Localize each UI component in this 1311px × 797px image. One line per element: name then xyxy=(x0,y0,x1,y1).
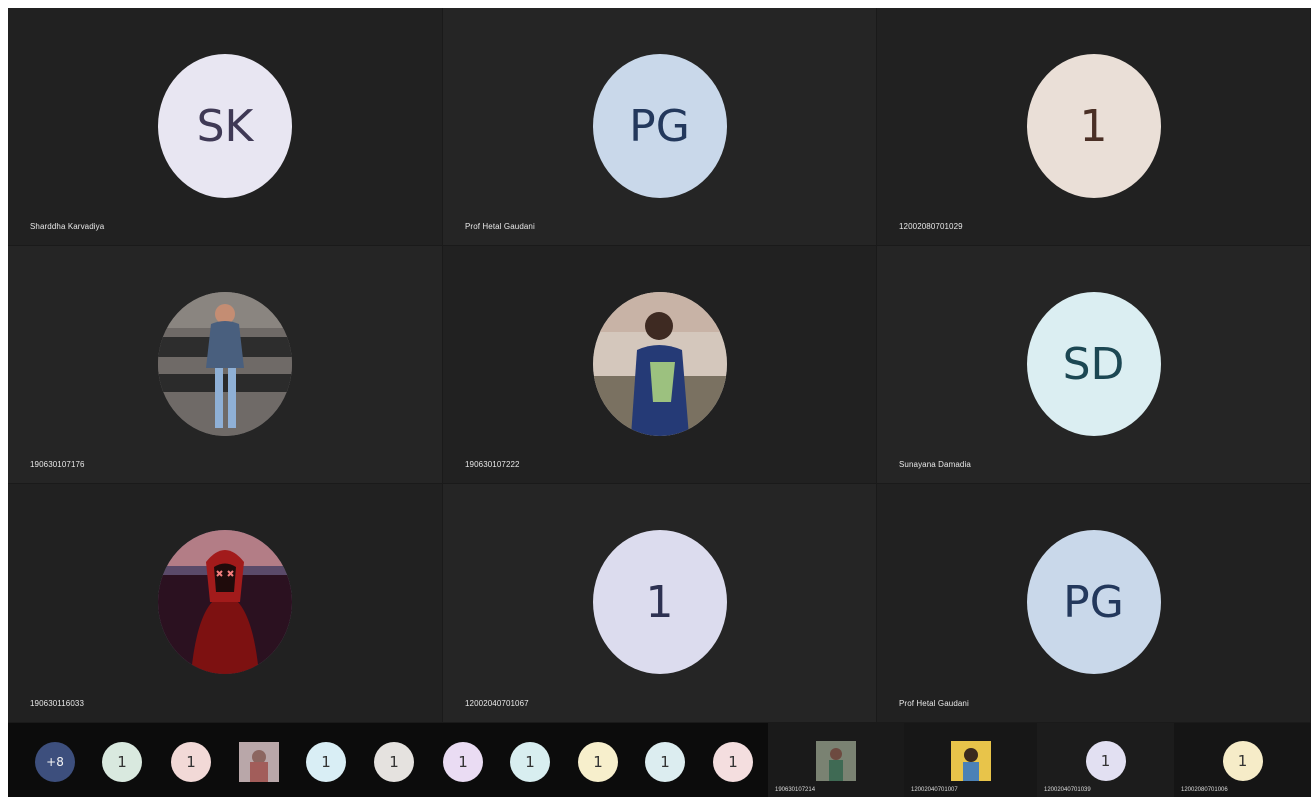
participant-avatar[interactable]: 1 xyxy=(510,742,550,782)
mini-participant-tile[interactable]: 1 12002080701006 xyxy=(1174,723,1311,797)
avatar: 1 xyxy=(1026,54,1161,198)
participant-name: 12002040701067 xyxy=(465,699,529,708)
participant-name: 190630107222 xyxy=(465,460,520,469)
participant-avatar: 1 xyxy=(1222,741,1263,781)
participant-photo-icon[interactable] xyxy=(239,742,279,782)
participant-name: 190630116033 xyxy=(30,699,84,708)
avatar: PG xyxy=(592,54,727,198)
participant-name: 12002080701006 xyxy=(1181,787,1228,793)
video-grid: SK Sharddha Karvadiya PG Prof Hetal Gaud… xyxy=(8,8,1311,723)
participant-photo-icon xyxy=(950,741,991,781)
participant-name: Prof Hetal Gaudani xyxy=(465,222,535,231)
participant-tile[interactable]: 190630107176 xyxy=(8,246,443,484)
avatar: SD xyxy=(1026,292,1161,436)
participant-tile[interactable]: PG Prof Hetal Gaudani xyxy=(877,484,1311,723)
participant-tile[interactable]: PG Prof Hetal Gaudani xyxy=(443,8,877,246)
more-participants-button[interactable]: +8 xyxy=(35,742,75,782)
participant-avatar[interactable]: 1 xyxy=(102,742,142,782)
participant-tile[interactable]: 1 12002080701029 xyxy=(877,8,1311,246)
participant-strip: +8 1 1 1 1 1 1 1 1 1 190630107214 120020… xyxy=(8,723,1311,797)
participant-name: 12002040701007 xyxy=(911,787,958,793)
participant-photo-icon xyxy=(816,741,856,781)
participant-tile[interactable]: 190630116033 xyxy=(8,484,443,723)
mask-profile-photo xyxy=(158,530,292,674)
mini-participant-tile[interactable]: 1 12002040701039 xyxy=(1037,723,1174,797)
mini-participant-tile[interactable]: 190630107214 xyxy=(768,723,904,797)
participant-avatar[interactable]: 1 xyxy=(374,742,414,782)
participant-name: Sharddha Karvadiya xyxy=(30,222,105,231)
participant-avatar: 1 xyxy=(1085,741,1126,781)
participant-tile[interactable]: 190630107222 xyxy=(443,246,877,484)
participant-name: 12002040701039 xyxy=(1044,787,1091,793)
participant-name: 12002080701029 xyxy=(899,222,963,231)
participant-name: Sunayana Damadia xyxy=(899,460,971,469)
participant-tile[interactable]: SK Sharddha Karvadiya xyxy=(8,8,443,246)
avatar: SK xyxy=(158,54,292,198)
participant-tile[interactable]: 1 12002040701067 xyxy=(443,484,877,723)
standing-woman-photo xyxy=(158,292,292,436)
participant-name: Prof Hetal Gaudani xyxy=(899,699,969,708)
meeting-stage: SK Sharddha Karvadiya PG Prof Hetal Gaud… xyxy=(8,8,1311,797)
participant-avatar[interactable]: 1 xyxy=(578,742,618,782)
participant-avatar[interactable]: 1 xyxy=(306,742,346,782)
young-man-photo xyxy=(592,292,727,436)
avatar: PG xyxy=(1026,530,1161,674)
avatar: 1 xyxy=(592,530,727,674)
mini-participant-tile[interactable]: 12002040701007 xyxy=(904,723,1037,797)
participant-tile[interactable]: SD Sunayana Damadia xyxy=(877,246,1311,484)
participant-avatar[interactable]: 1 xyxy=(645,742,685,782)
participant-name: 190630107214 xyxy=(775,787,816,793)
participant-avatar[interactable]: 1 xyxy=(171,742,211,782)
participant-avatar[interactable]: 1 xyxy=(713,742,753,782)
participant-name: 190630107176 xyxy=(30,460,85,469)
participant-avatar[interactable]: 1 xyxy=(443,742,483,782)
